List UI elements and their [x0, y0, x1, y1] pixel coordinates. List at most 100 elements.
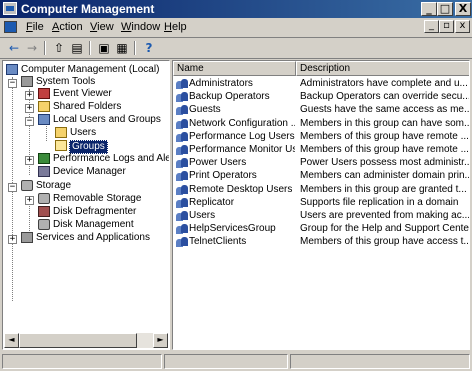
- mdi-close-button[interactable]: x: [455, 20, 470, 33]
- tree-item-storage[interactable]: Storage: [21, 180, 121, 192]
- minimize-button[interactable]: _: [421, 2, 437, 16]
- list-item[interactable]: Power Users Power Users possess most admi…: [173, 156, 470, 169]
- list-item[interactable]: HelpServicesGroup Group for the Help and …: [173, 222, 469, 235]
- open-folder-icon: [55, 140, 67, 151]
- group-icon: [176, 91, 188, 103]
- group-name: Administrators: [189, 78, 253, 89]
- list-item[interactable]: Administrators Administrators have comple…: [173, 77, 469, 90]
- forward-arrow-icon[interactable]: →: [23, 40, 41, 56]
- list-item[interactable]: Performance Monitor Us... Members of this…: [173, 143, 469, 156]
- removable-storage-icon: [38, 193, 50, 204]
- back-arrow-icon[interactable]: ←: [5, 40, 23, 56]
- expander-system-tools[interactable]: −: [8, 79, 17, 88]
- menu-file[interactable]: File: [26, 21, 44, 33]
- storage-icon: [21, 180, 33, 191]
- tree-pane[interactable]: Computer Management (Local) − System Too…: [2, 60, 170, 350]
- menu-action-label: ction: [59, 21, 83, 33]
- show-hide-tree-icon[interactable]: ▤: [68, 40, 86, 56]
- expander-services-apps[interactable]: +: [8, 235, 17, 244]
- title-bar[interactable]: Computer Management _ □ X: [0, 0, 472, 18]
- maximize-button[interactable]: □: [437, 2, 453, 16]
- group-icon: [176, 104, 188, 116]
- list-item[interactable]: Users Users are prevented from making ac.…: [173, 209, 469, 222]
- up-one-level-icon[interactable]: ⇧: [50, 40, 68, 56]
- list-item[interactable]: Remote Desktop Users Members in this grou…: [173, 183, 469, 196]
- toolbar-separator: [44, 41, 46, 55]
- tree-item-label: Event Viewer: [53, 88, 112, 99]
- mdi-minimize-button[interactable]: _: [424, 20, 439, 33]
- tree-item-services-applications[interactable]: Services and Applications: [21, 232, 161, 244]
- folder-icon: [55, 127, 67, 138]
- tree-connector: [46, 126, 47, 141]
- expander-removable-storage[interactable]: +: [25, 196, 34, 205]
- menu-help[interactable]: Help: [164, 21, 187, 33]
- menu-bar: File Action View Window Help _ ▫ x: [0, 18, 472, 38]
- list-item[interactable]: Replicator Supports file replication in a…: [173, 196, 469, 209]
- menu-window[interactable]: Window: [121, 21, 160, 33]
- close-button[interactable]: X: [455, 2, 471, 16]
- mdi-restore-button[interactable]: ▫: [439, 20, 454, 33]
- tree-item-label: Users: [70, 127, 97, 138]
- menu-view[interactable]: View: [90, 21, 114, 33]
- column-header-name[interactable]: Name: [173, 61, 296, 76]
- tree-item-removable-storage[interactable]: Removable Storage: [38, 193, 158, 205]
- event-viewer-icon: [38, 88, 50, 99]
- tree-item-performance-logs[interactable]: Performance Logs and Alerts: [38, 153, 169, 165]
- toolbar-separator: [89, 41, 91, 55]
- tree-item-local-users-groups[interactable]: Local Users and Groups: [38, 114, 163, 126]
- scroll-thumb[interactable]: [19, 333, 137, 348]
- tree-item-shared-folders[interactable]: Shared Folders: [38, 101, 158, 113]
- group-icon: [176, 210, 188, 221]
- tree-item-event-viewer[interactable]: Event Viewer: [38, 88, 158, 100]
- list-item[interactable]: Guests Guests have the same access as me.…: [173, 103, 470, 116]
- scroll-right-button[interactable]: ►: [153, 333, 168, 348]
- list-item[interactable]: Backup Operators Backup Operators can ove…: [173, 90, 469, 103]
- list-item[interactable]: Print Operators Members can administer do…: [173, 169, 469, 182]
- menu-window-label: indow: [131, 21, 161, 33]
- tree-item-users[interactable]: Users: [55, 127, 115, 139]
- expander-perf-logs[interactable]: +: [25, 156, 34, 165]
- expander-event-viewer[interactable]: +: [25, 91, 34, 100]
- list-item[interactable]: Network Configuration ... Members in this…: [173, 117, 470, 130]
- group-description: Power Users possess most administr...: [300, 157, 470, 169]
- list-item[interactable]: Performance Log Users Members of this gro…: [173, 130, 469, 143]
- group-name: TelnetClients: [189, 236, 247, 248]
- list-pane[interactable]: Name Description Administrators Administr…: [172, 60, 470, 350]
- tree-item-system-tools[interactable]: System Tools: [21, 76, 161, 88]
- expander-shared-folders[interactable]: +: [25, 104, 34, 113]
- group-name: Network Configuration ...: [189, 117, 295, 129]
- group-description: Members in this group can have som...: [300, 117, 470, 129]
- menu-action[interactable]: Action: [52, 21, 83, 33]
- tree-item-label: Services and Applications: [36, 232, 150, 243]
- help-icon[interactable]: ?: [140, 40, 158, 56]
- group-description: Members of this group have remote ...: [300, 130, 469, 142]
- properties-icon[interactable]: ▣: [95, 40, 113, 56]
- group-icon: [176, 184, 188, 195]
- group-icon: [176, 131, 188, 142]
- mmc-console-icon[interactable]: [4, 21, 17, 33]
- computer-management-icon: [6, 64, 18, 75]
- list-item[interactable]: TelnetClients Members of this group have …: [173, 235, 470, 248]
- scroll-left-button[interactable]: ◄: [4, 333, 19, 348]
- computer-management-icon[interactable]: [3, 2, 17, 15]
- expander-local-users-groups[interactable]: −: [25, 117, 34, 126]
- group-description: Members of this group have access t...: [300, 236, 470, 248]
- group-description: Administrators have complete and u...: [300, 78, 468, 89]
- export-list-icon[interactable]: ▦: [113, 40, 131, 56]
- group-name: Guests: [189, 104, 221, 116]
- status-bar: [0, 351, 472, 371]
- tree-item-device-manager[interactable]: Device Manager: [38, 166, 158, 178]
- tree-item-disk-defragmenter[interactable]: Disk Defragmenter: [38, 206, 158, 218]
- tree-horizontal-scrollbar[interactable]: ◄ ►: [4, 333, 168, 348]
- expander-storage[interactable]: −: [8, 183, 17, 192]
- group-name: Backup Operators: [189, 91, 270, 103]
- column-header-description[interactable]: Description: [296, 61, 469, 76]
- group-icon: [176, 157, 188, 169]
- tree-root-label: Computer Management (Local): [21, 64, 160, 75]
- tree-item-disk-management[interactable]: Disk Management: [38, 219, 158, 231]
- disk-defragmenter-icon: [38, 206, 50, 217]
- tree-item-groups[interactable]: Groups: [55, 140, 115, 154]
- group-icon: [176, 170, 188, 182]
- group-icon: [176, 236, 188, 248]
- group-description: Guests have the same access as me...: [300, 104, 470, 116]
